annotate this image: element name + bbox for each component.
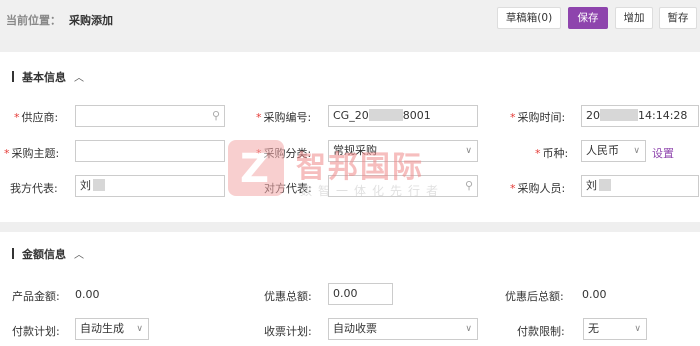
payment-plan-label: 付款计划: — [12, 325, 60, 338]
brand-name: 智邦国际 — [296, 150, 424, 185]
invoice-plan-select[interactable]: 自动收票 ∨ — [328, 318, 478, 340]
subject-label: * 采购主题: — [4, 147, 60, 160]
chevron-down-icon: ∨ — [465, 324, 472, 334]
chevron-down-icon: ∨ — [633, 146, 640, 156]
breadcrumb: 当前位置： 采购添加 — [6, 12, 113, 28]
section-marker — [12, 71, 14, 82]
our-rep-input[interactable]: 刘 — [75, 175, 225, 197]
breadcrumb-current: 采购添加 — [69, 14, 113, 27]
top-bar: 当前位置： 采购添加 草稿箱(0) 保存 增加 暂存 — [0, 0, 700, 40]
amount-info-header[interactable]: 金额信息 ︿ — [12, 246, 84, 262]
amount-info-title: 金额信息 — [22, 248, 66, 261]
brand-logo: Z — [228, 140, 284, 196]
supplier-label: * 供应商: — [14, 111, 59, 124]
product-amount-label: 产品金额: — [12, 290, 60, 303]
brand-watermark: Z 智邦国际 数智一体化先行者 — [228, 140, 478, 210]
section-marker — [12, 248, 14, 259]
add-button[interactable]: 增加 — [615, 7, 653, 29]
purchase-code-label: * 采购编号: — [256, 111, 312, 124]
brand-slogan: 数智一体化先行者 — [300, 184, 445, 198]
amount-info-panel: 金额信息 ︿ 产品金额: 0.00 优惠总额: 0.00 优惠后总额: 0.00 … — [0, 232, 700, 346]
our-rep-label: 我方代表: — [10, 182, 58, 195]
save-button[interactable]: 保存 — [568, 7, 608, 29]
after-discount-value: 0.00 — [582, 288, 607, 301]
invoice-plan-label: 收票计划: — [264, 325, 312, 338]
payment-limit-label: 付款限制: — [517, 325, 565, 338]
currency-settings-link[interactable]: 设置 — [652, 145, 674, 161]
hold-button[interactable]: 暂存 — [659, 7, 697, 29]
chevron-up-icon[interactable]: ︿ — [74, 69, 84, 84]
basic-info-header[interactable]: 基本信息 ︿ — [12, 69, 84, 85]
chevron-up-icon[interactable]: ︿ — [74, 246, 84, 261]
discount-total-label: 优惠总额: — [264, 290, 312, 303]
buyer-input[interactable]: 刘 — [581, 175, 699, 197]
breadcrumb-label: 当前位置： — [6, 14, 61, 27]
currency-select[interactable]: 人民币 ∨ — [581, 140, 646, 162]
basic-info-title: 基本信息 — [22, 71, 66, 84]
purchase-time-input[interactable]: 20 14:14:28 — [581, 105, 699, 127]
payment-plan-select[interactable]: 自动生成 ∨ — [75, 318, 149, 340]
purchase-code-input[interactable]: CG_20 8001 — [328, 105, 478, 127]
supplier-input[interactable]: ⚲ — [75, 105, 225, 127]
chevron-down-icon: ∨ — [136, 324, 143, 334]
buyer-label: * 采购人员: — [510, 182, 566, 195]
subject-input[interactable] — [75, 140, 225, 162]
payment-limit-select[interactable]: 无 ∨ — [583, 318, 647, 340]
product-amount-value: 0.00 — [75, 288, 100, 301]
discount-total-input[interactable]: 0.00 — [328, 283, 393, 305]
purchase-time-label: * 采购时间: — [510, 111, 566, 124]
draft-box-button[interactable]: 草稿箱(0) — [497, 7, 561, 29]
search-icon[interactable]: ⚲ — [212, 106, 220, 126]
after-discount-label: 优惠后总额: — [505, 290, 564, 303]
chevron-down-icon: ∨ — [634, 324, 641, 334]
currency-label: * 币种: — [535, 147, 569, 160]
